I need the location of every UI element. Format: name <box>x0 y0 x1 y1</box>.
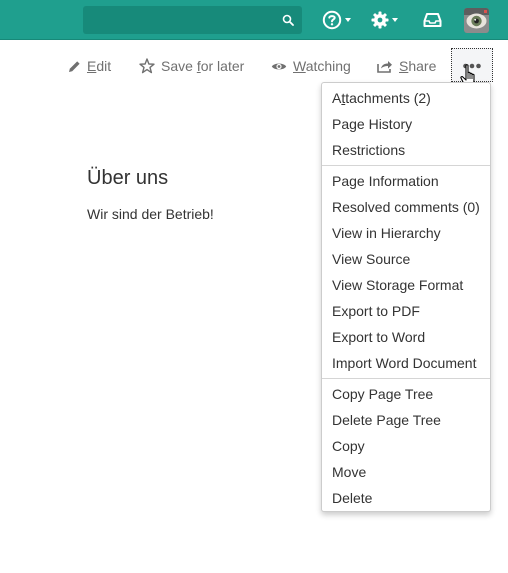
chevron-down-icon <box>392 18 398 22</box>
user-avatar[interactable] <box>464 8 489 33</box>
save-for-later-button[interactable]: Save for later <box>139 57 244 75</box>
search-icon[interactable] <box>282 14 294 26</box>
menu-divider <box>322 165 490 166</box>
chevron-down-icon <box>345 18 351 22</box>
more-actions-menu: Attachments (2) Page History Restriction… <box>321 82 491 512</box>
menu-item-import-word-document[interactable]: Import Word Document <box>332 352 476 374</box>
share-icon <box>377 61 392 73</box>
share-button[interactable]: Share <box>377 57 436 75</box>
menu-item-delete-page-tree[interactable]: Delete Page Tree <box>332 409 441 431</box>
page-title: Über uns <box>87 167 169 189</box>
eye-icon <box>271 63 287 69</box>
star-icon <box>139 58 155 74</box>
menu-item-delete[interactable]: Delete <box>332 487 372 509</box>
edit-button[interactable]: Edit <box>68 57 111 75</box>
menu-item-attachments[interactable]: Attachments (2) <box>332 87 431 109</box>
page-body-text: Wir sind der Betrieb! <box>87 206 214 222</box>
share-label: Share <box>399 58 437 74</box>
edit-label: Edit <box>87 58 112 74</box>
watching-button[interactable]: Watching <box>271 57 351 75</box>
watching-label: Watching <box>293 58 351 74</box>
menu-item-view-source[interactable]: View Source <box>332 248 410 270</box>
menu-item-export-to-pdf[interactable]: Export to PDF <box>332 300 420 322</box>
notifications-button[interactable] <box>423 8 442 32</box>
menu-item-view-in-hierarchy[interactable]: View in Hierarchy <box>332 222 441 244</box>
settings-menu-button[interactable] <box>371 8 398 32</box>
question-circle-icon <box>322 10 342 30</box>
menu-item-export-to-word[interactable]: Export to Word <box>332 326 425 348</box>
pencil-icon <box>69 60 80 72</box>
menu-item-resolved-comments[interactable]: Resolved comments (0) <box>332 196 480 218</box>
search-box[interactable] <box>83 6 302 34</box>
avatar-icon <box>464 8 489 33</box>
search-input[interactable] <box>83 6 289 34</box>
menu-item-move[interactable]: Move <box>332 461 366 483</box>
menu-item-copy[interactable]: Copy <box>332 435 365 457</box>
menu-item-page-information[interactable]: Page Information <box>332 170 439 192</box>
gear-icon <box>371 11 389 29</box>
help-menu-button[interactable] <box>322 8 351 32</box>
menu-item-view-storage-format[interactable]: View Storage Format <box>332 274 463 296</box>
save-for-later-label: Save for later <box>161 58 245 74</box>
inbox-tray-icon <box>423 13 442 27</box>
menu-item-restrictions[interactable]: Restrictions <box>332 139 405 161</box>
menu-divider <box>322 378 490 379</box>
menu-item-page-history[interactable]: Page History <box>332 113 412 135</box>
menu-item-copy-page-tree[interactable]: Copy Page Tree <box>332 383 433 405</box>
top-navigation-bar <box>0 0 508 40</box>
